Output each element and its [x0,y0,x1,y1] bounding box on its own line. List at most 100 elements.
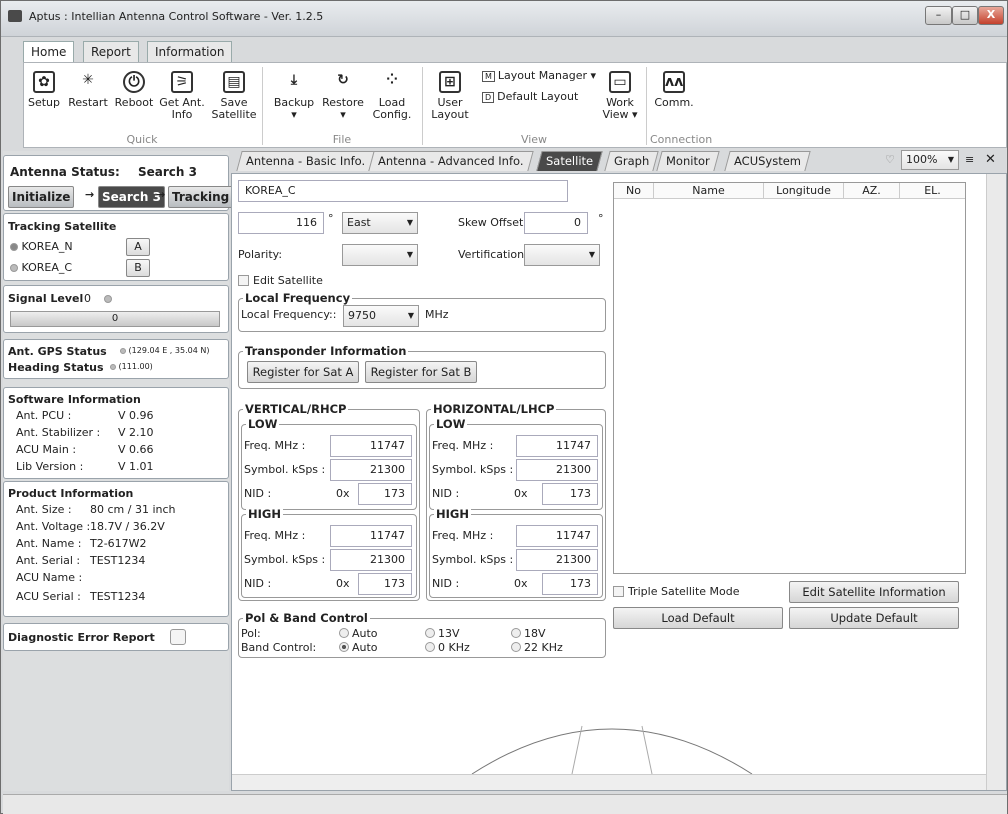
pol-13v-radio[interactable]: 13V [425,627,460,640]
col-no[interactable]: No [614,183,654,199]
spinner-icon: ✳ [82,72,94,88]
register-sat-a-button[interactable]: Register for Sat A [247,361,359,383]
pol-18v-radio[interactable]: 18V [511,627,546,640]
symbol-label: Symbol. kSps : [244,463,326,476]
horizontal-scrollbar[interactable] [232,774,986,790]
sw-value: V 0.96 [118,409,154,422]
polarity-select[interactable] [342,244,418,266]
v-low-freq-input[interactable]: 11747 [330,435,412,457]
restart-button[interactable]: ✳ Restart [68,71,108,109]
sw-value: V 1.01 [118,460,154,473]
signal-icon: ᴧᴧ [663,71,685,93]
pin-icon[interactable]: ♡ [885,153,895,166]
layout-icon: ⊞ [439,71,461,93]
minimize-button[interactable]: – [925,6,952,25]
col-az[interactable]: AZ. [844,183,900,199]
hex-prefix: 0x [514,577,528,590]
prod-label: Ant. Serial : [16,554,81,567]
user-layout-button[interactable]: ⊞ User Layout [430,71,470,121]
symbol-label: Symbol. kSps : [244,553,326,566]
sat-b-button[interactable]: B [126,259,150,277]
prod-label: ACU Name : [16,571,83,584]
pol-auto-radio[interactable]: Auto [339,627,378,640]
tab-satellite[interactable]: Satellite [536,151,603,171]
tab-antenna-advanced[interactable]: Antenna - Advanced Info. [368,151,534,171]
satellite-name-input[interactable]: KOREA_C [238,180,568,202]
local-frequency-select[interactable]: 9750 [343,305,419,327]
pol-band-group: Pol & Band Control Pol: Auto 13V 18V Ban… [238,611,606,658]
h-high-nid-input[interactable]: 173 [542,573,598,595]
setup-button[interactable]: ✿ Setup [26,71,62,109]
h-high-freq-input[interactable]: 11747 [516,525,598,547]
backup-button[interactable]: ⤓ Backup ▾ [272,71,316,121]
edit-satellite-info-button[interactable]: Edit Satellite Information [789,581,959,603]
degree-symbol: ° [328,212,334,225]
zoom-select[interactable]: 100% [901,150,959,170]
col-el[interactable]: EL. [900,183,965,199]
col-name[interactable]: Name [654,183,764,199]
step-search: Search 3 [98,186,165,208]
ribbon-tab-home[interactable]: Home [23,41,75,63]
tab-menu-icon[interactable]: ≡ [965,153,974,166]
vertical-scrollbar[interactable] [986,174,1006,790]
tab-antenna-basic[interactable]: Antenna - Basic Info. [236,151,375,171]
transponder-group: Transponder Information Register for Sat… [238,344,606,389]
triple-satellite-checkbox[interactable]: Triple Satellite Mode [613,585,740,598]
h-low-freq-input[interactable]: 11747 [516,435,598,457]
band-auto-radio[interactable]: Auto [339,641,378,654]
skew-input[interactable]: 0 [524,212,588,234]
v-high-nid-input[interactable]: 173 [358,573,412,595]
longitude-input[interactable]: 116 [238,212,324,234]
verification-select[interactable] [524,244,600,266]
reboot-button[interactable]: ⏻ Reboot [114,71,154,109]
band-0khz-radio[interactable]: 0 KHz [425,641,470,654]
main-tabs: Antenna - Basic Info. Antenna - Advanced… [233,149,1007,173]
direction-select[interactable]: East [342,212,418,234]
h-low-nid-input[interactable]: 173 [542,483,598,505]
product-info-title: Product Information [8,487,134,500]
tab-graph[interactable]: Graph [604,151,659,171]
v-low-symbol-input[interactable]: 21300 [330,459,412,481]
default-layout-button[interactable]: D Default Layout [482,90,578,103]
update-default-button[interactable]: Update Default [789,607,959,629]
title-bar[interactable]: Aptus : Intellian Antenna Control Softwa… [1,1,1007,37]
band-22khz-radio[interactable]: 22 KHz [511,641,563,654]
sat-a-button[interactable]: A [126,238,150,256]
comm-button[interactable]: ᴧᴧ Comm. [654,71,694,109]
satellite-list-table[interactable]: No Name Longitude AZ. EL. [613,182,966,574]
layout-manager-button[interactable]: M Layout Manager ▾ [482,69,596,82]
local-frequency-label: Local Frequency:: [241,308,337,321]
v-low-nid-input[interactable]: 173 [358,483,412,505]
edit-satellite-checkbox[interactable]: Edit Satellite [238,274,323,287]
restore-button[interactable]: ↻ Restore ▾ [320,71,366,121]
ribbon-separator [646,67,647,145]
load-default-button[interactable]: Load Default [613,607,783,629]
ribbon-tab-information[interactable]: Information [147,41,233,62]
get-ant-info-button[interactable]: ⚞ Get Ant. Info [158,71,206,121]
close-button[interactable]: X [978,6,1004,25]
freq-label: Freq. MHz : [244,529,306,542]
horizontal-low-group: LOW Freq. MHz : 11747 Symbol. kSps : 213… [429,417,603,510]
tab-acusystem[interactable]: ACUSystem [724,151,811,171]
signal-label: Signal Level [8,292,84,305]
tab-monitor[interactable]: Monitor [656,151,720,171]
close-tab-icon[interactable]: ✕ [985,152,996,167]
prod-label: ACU Serial : [16,590,81,603]
vertical-low-group: LOW Freq. MHz : 11747 Symbol. kSps : 213… [241,417,417,510]
register-sat-b-button[interactable]: Register for Sat B [365,361,477,383]
col-longitude[interactable]: Longitude [764,183,844,199]
load-config-button[interactable]: ⁘ Load Config. [368,71,416,121]
save-satellite-button[interactable]: ▤ Save Satellite [210,71,258,121]
product-info-box: Product Information Ant. Size : 80 cm / 3… [3,481,229,617]
diagnostic-label: Diagnostic Error Report [8,631,155,644]
maximize-button[interactable]: □ [952,6,978,25]
h-low-symbol-input[interactable]: 21300 [516,459,598,481]
ribbon-tab-report[interactable]: Report [83,41,139,62]
work-view-button[interactable]: ▭ Work View ▾ [602,71,638,121]
prod-value: T2-617W2 [90,537,147,550]
v-high-freq-input[interactable]: 11747 [330,525,412,547]
hex-prefix: 0x [514,487,528,500]
v-high-symbol-input[interactable]: 21300 [330,549,412,571]
h-high-symbol-input[interactable]: 21300 [516,549,598,571]
diagnostic-toggle[interactable] [170,629,186,645]
